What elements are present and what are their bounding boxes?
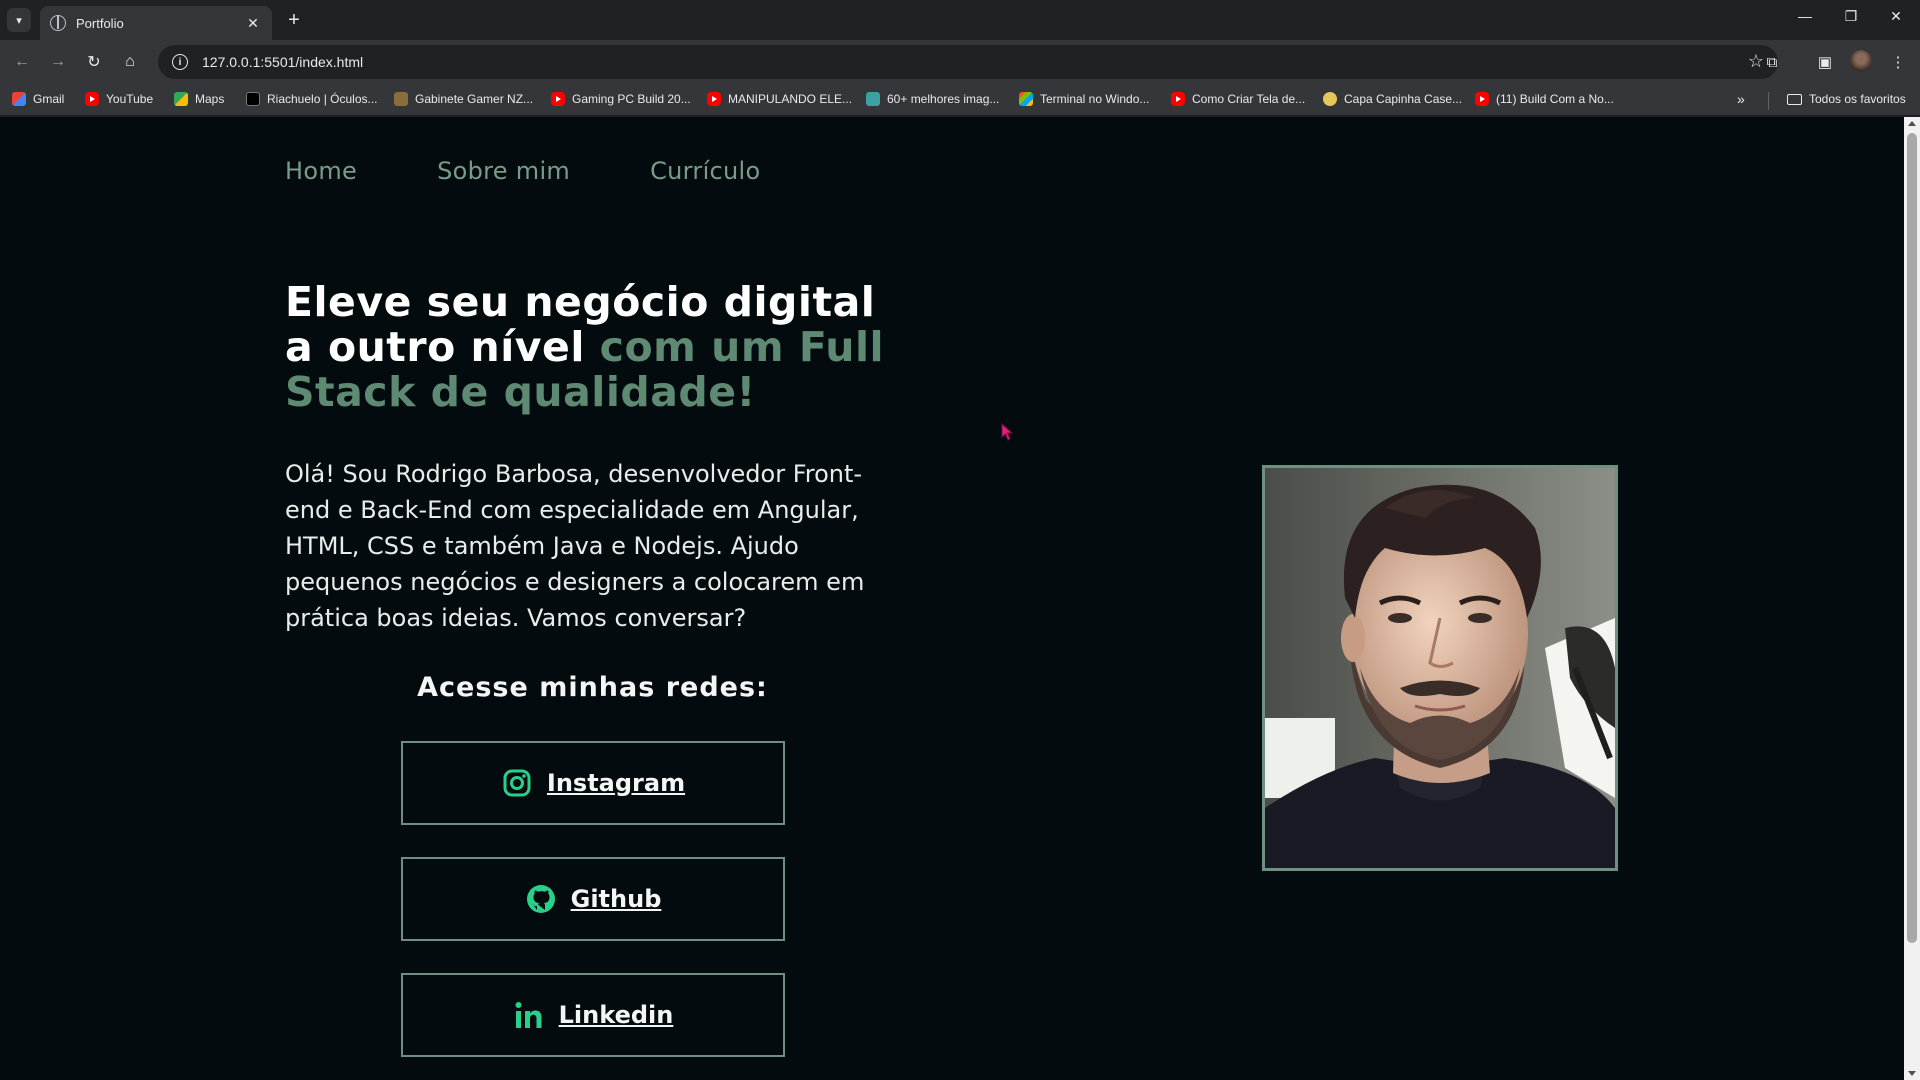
profile-photo: [1262, 465, 1618, 871]
linkedin-button[interactable]: Linkedin: [401, 973, 785, 1057]
site-icon: [866, 92, 880, 106]
browser-toolbar: ← → ↻ ⌂ i 127.0.0.1:5501/index.html ☆ ⧉ …: [0, 40, 1920, 84]
address-bar[interactable]: i 127.0.0.1:5501/index.html ☆: [158, 45, 1778, 79]
globe-icon: [50, 15, 66, 31]
nav-curriculo[interactable]: Currículo: [650, 157, 760, 185]
site-info-icon[interactable]: i: [172, 54, 188, 70]
bookmarks-bar: Gmail YouTube Maps Riachuelo | Óculos...…: [0, 84, 1920, 116]
forward-button[interactable]: →: [46, 50, 70, 74]
site-icon: [1323, 92, 1337, 106]
scrollbar-thumb[interactable]: [1907, 133, 1917, 943]
minimize-button[interactable]: —: [1790, 8, 1820, 24]
tab-strip: ▾ Portfolio ✕ + — ❐ ✕: [0, 0, 1920, 40]
menu-icon[interactable]: ⋮: [1886, 50, 1910, 74]
tab-search-button[interactable]: ▾: [7, 8, 31, 32]
nav-home[interactable]: Home: [285, 157, 357, 185]
site-icon: [1019, 92, 1033, 106]
instagram-icon: [503, 769, 531, 797]
site-icon: [394, 92, 408, 106]
active-tab[interactable]: Portfolio ✕: [40, 6, 272, 40]
bookmark-terminal[interactable]: Terminal no Windo...: [1019, 92, 1149, 106]
github-label: Github: [570, 885, 662, 913]
gmail-icon: [12, 92, 26, 106]
youtube-icon: [707, 92, 721, 106]
linkedin-label: Linkedin: [558, 1001, 674, 1029]
tab-close-icon[interactable]: ✕: [244, 15, 262, 32]
page-scrollbar[interactable]: [1904, 117, 1920, 1080]
youtube-icon: [85, 92, 99, 106]
social-heading: Acesse minhas redes:: [417, 672, 768, 703]
bookmark-capa[interactable]: Capa Capinha Case...: [1323, 92, 1462, 106]
bookmark-riachuelo[interactable]: Riachuelo | Óculos...: [246, 92, 378, 106]
bookmark-gmail[interactable]: Gmail: [12, 92, 64, 106]
linkedin-icon: [515, 1002, 542, 1028]
folder-icon: [1787, 93, 1802, 105]
extensions-icon[interactable]: ⧉: [1760, 50, 1784, 74]
new-tab-button[interactable]: +: [282, 8, 306, 32]
hero-title: Eleve seu negócio digital a outro nível …: [285, 280, 905, 415]
site-nav: Home Sobre mim Currículo: [285, 157, 761, 185]
bookmark-60-melhores[interactable]: 60+ melhores imag...: [866, 92, 999, 106]
url-text: 127.0.0.1:5501/index.html: [202, 54, 364, 70]
bookmark-build[interactable]: (11) Build Com a No...: [1475, 92, 1614, 106]
mouse-cursor-icon: [1001, 423, 1014, 441]
bookmark-youtube[interactable]: YouTube: [85, 92, 153, 106]
scroll-up-arrow-icon[interactable]: [1908, 121, 1916, 126]
bookmark-como-criar[interactable]: Como Criar Tela de...: [1171, 92, 1305, 106]
bookmark-manipulando[interactable]: MANIPULANDO ELE...: [707, 92, 852, 106]
youtube-icon: [551, 92, 565, 106]
profile-photo-image: [1265, 468, 1615, 868]
instagram-button[interactable]: Instagram: [401, 741, 785, 825]
bookmark-maps[interactable]: Maps: [174, 92, 224, 106]
close-window-button[interactable]: ✕: [1881, 8, 1911, 25]
profile-avatar[interactable]: [1850, 50, 1872, 72]
back-button[interactable]: ←: [10, 50, 34, 74]
youtube-icon: [1475, 92, 1489, 106]
bookmark-gaming-pc[interactable]: Gaming PC Build 20...: [551, 92, 691, 106]
bookmark-gabinete[interactable]: Gabinete Gamer NZ...: [394, 92, 533, 106]
bookmarks-overflow-icon[interactable]: »: [1737, 91, 1745, 107]
reload-button[interactable]: ↻: [82, 50, 106, 74]
youtube-icon: [1171, 92, 1185, 106]
maps-icon: [174, 92, 188, 106]
scroll-down-arrow-icon[interactable]: [1908, 1071, 1916, 1076]
restore-button[interactable]: ❐: [1836, 8, 1866, 25]
all-bookmarks-folder[interactable]: Todos os favoritos: [1787, 92, 1906, 106]
riachuelo-icon: [246, 92, 260, 106]
tab-title: Portfolio: [76, 15, 124, 31]
nav-sobre-mim[interactable]: Sobre mim: [437, 157, 570, 185]
bookmarks-separator: [1768, 92, 1769, 110]
github-icon: [526, 885, 555, 913]
page-viewport: Home Sobre mim Currículo Eleve seu negóc…: [0, 117, 1920, 1080]
instagram-label: Instagram: [546, 769, 686, 797]
github-button[interactable]: Github: [401, 857, 785, 941]
hero-intro-text: Olá! Sou Rodrigo Barbosa, desenvolvedor …: [285, 460, 865, 632]
side-panel-icon[interactable]: ▣: [1813, 50, 1837, 74]
home-button[interactable]: ⌂: [118, 50, 142, 74]
